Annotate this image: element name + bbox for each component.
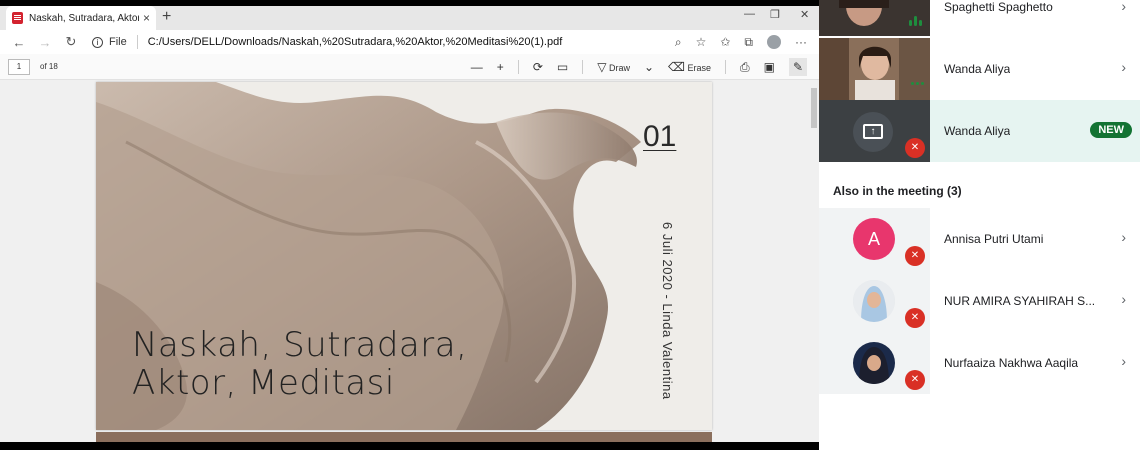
url-field[interactable]: i File C:/Users/DELL/Downloads/Naskah,%2… bbox=[92, 35, 675, 49]
mic-off-icon: ✕ bbox=[905, 370, 925, 390]
reload-button[interactable]: ↻ bbox=[58, 34, 84, 50]
zoom-icon[interactable]: ⌕ bbox=[675, 35, 682, 50]
avatar-photo bbox=[853, 280, 895, 322]
chevron-right-icon[interactable]: › bbox=[1121, 59, 1126, 75]
page-number-input[interactable]: 1 bbox=[8, 58, 30, 75]
divider bbox=[136, 35, 138, 49]
date-author-label: 6 Juli 2020 - Linda Valentina bbox=[660, 222, 675, 400]
favorites-icon[interactable]: ✩ bbox=[720, 35, 730, 49]
collections-icon[interactable]: ⧉ bbox=[744, 35, 753, 50]
favorite-star-icon[interactable]: ☆ bbox=[696, 35, 707, 49]
page-total-label: of 18 bbox=[40, 62, 58, 71]
participant-avatar-tile: ✕ bbox=[819, 332, 930, 394]
participant-name: Spaghetti Spaghetto bbox=[944, 0, 1053, 14]
scroll-thumb[interactable] bbox=[811, 88, 817, 128]
draw-button[interactable]: ▽ Draw bbox=[597, 60, 630, 74]
more-menu-icon[interactable]: ··· bbox=[795, 35, 807, 49]
participant-name: Wanda Aliya bbox=[944, 124, 1011, 138]
participant-row[interactable]: ✕ Nurfaaiza Nakhwa Aaqila › bbox=[819, 332, 1140, 394]
participant-video bbox=[819, 38, 930, 100]
save-icon[interactable]: ▣ bbox=[764, 60, 775, 74]
avatar-photo bbox=[853, 342, 895, 384]
page-number-label: 01 bbox=[643, 120, 677, 153]
avatar bbox=[853, 280, 895, 322]
tab-close-icon[interactable]: × bbox=[143, 11, 150, 25]
draw-label: Draw bbox=[608, 63, 630, 73]
pin-icon[interactable]: ✎ bbox=[789, 58, 807, 76]
participant-name: Wanda Aliya bbox=[944, 62, 1011, 76]
chevron-right-icon[interactable]: › bbox=[1121, 353, 1126, 369]
print-icon[interactable]: ⎙ bbox=[740, 60, 750, 75]
title-line-2: Aktor, Meditasi bbox=[132, 363, 395, 403]
tab-title: Naskah, Sutradara, Aktor, Meditasi bbox=[29, 12, 139, 24]
tab-strip: Naskah, Sutradara, Aktor, Meditasi × + —… bbox=[0, 0, 819, 30]
presentation-tile: ↑ ✕ bbox=[819, 100, 930, 162]
profile-avatar[interactable] bbox=[767, 35, 781, 49]
participant-avatar-tile: ✕ bbox=[819, 270, 930, 332]
bottom-strip bbox=[0, 442, 819, 450]
mic-off-icon: ✕ bbox=[905, 138, 925, 158]
info-icon[interactable]: i bbox=[92, 36, 103, 48]
divider bbox=[725, 60, 727, 74]
minimize-button[interactable]: — bbox=[744, 8, 755, 20]
participant-row-presenting[interactable]: ↑ ✕ Wanda Aliya NEW bbox=[819, 100, 1140, 162]
participant-video bbox=[819, 0, 930, 36]
title-line-1: Naskah, Sutradara, bbox=[132, 325, 468, 365]
participant-name: Annisa Putri Utami bbox=[944, 232, 1044, 246]
pdf-tools: — + ⟳ ▭ ▽ Draw ⌄ ⌫ Erase ⎙ ▣ ✎ bbox=[471, 54, 807, 80]
zoom-in-button[interactable]: + bbox=[497, 60, 504, 74]
browser-actions: ⌕ ☆ ✩ ⧉ ··· bbox=[675, 35, 807, 50]
divider bbox=[582, 60, 584, 74]
participant-row[interactable]: Spaghetti Spaghetto › bbox=[819, 0, 1140, 36]
new-tab-button[interactable]: + bbox=[162, 8, 171, 26]
fit-page-icon[interactable]: ▭ bbox=[557, 60, 568, 74]
mic-off-icon: ✕ bbox=[905, 246, 925, 266]
zoom-out-button[interactable]: — bbox=[471, 60, 483, 74]
url-text[interactable]: C:/Users/DELL/Downloads/Naskah,%20Sutrad… bbox=[148, 36, 563, 48]
pdf-viewer[interactable]: 01 6 Juli 2020 - Linda Valentina Naskah,… bbox=[0, 80, 819, 444]
present-screen-icon: ↑ bbox=[863, 124, 883, 139]
chevron-down-icon[interactable]: ⌄ bbox=[644, 60, 654, 74]
participants-panel: Spaghetti Spaghetto › Wanda Aliya › ↑ ✕ … bbox=[819, 0, 1140, 450]
erase-button[interactable]: ⌫ Erase bbox=[668, 60, 711, 74]
participant-name: NUR AMIRA SYAHIRAH S... bbox=[944, 294, 1096, 308]
speaking-indicator bbox=[909, 16, 922, 26]
browser-window: Naskah, Sutradara, Aktor, Meditasi × + —… bbox=[0, 0, 819, 450]
pdf-page: 01 6 Juli 2020 - Linda Valentina Naskah,… bbox=[96, 82, 712, 430]
participant-avatar-tile: A ✕ bbox=[819, 208, 930, 270]
screen: Naskah, Sutradara, Aktor, Meditasi × + —… bbox=[0, 0, 1140, 450]
speaking-indicator bbox=[911, 82, 924, 85]
draw-icon: ▽ bbox=[597, 60, 607, 74]
close-window-button[interactable]: ✕ bbox=[800, 8, 809, 21]
also-in-meeting-title: Also in the meeting (3) bbox=[833, 184, 962, 198]
participant-row[interactable]: ✕ NUR AMIRA SYAHIRAH S... › bbox=[819, 270, 1140, 332]
avatar bbox=[853, 342, 895, 384]
chevron-right-icon[interactable]: › bbox=[1121, 0, 1126, 14]
chevron-right-icon[interactable]: › bbox=[1121, 291, 1126, 307]
participant-name: Nurfaaiza Nakhwa Aaqila bbox=[944, 356, 1079, 370]
maximize-button[interactable]: ❐ bbox=[770, 8, 780, 21]
video-thumbnail bbox=[819, 38, 930, 100]
back-button[interactable]: ← bbox=[6, 35, 32, 50]
divider bbox=[517, 60, 519, 74]
present-circle: ↑ bbox=[853, 112, 893, 152]
scheme-label: File bbox=[109, 36, 127, 48]
erase-label: Erase bbox=[687, 63, 712, 73]
rotate-icon[interactable]: ⟳ bbox=[533, 60, 543, 74]
document-title: Naskah, Sutradara, Aktor, Meditasi bbox=[132, 326, 467, 402]
mic-off-icon: ✕ bbox=[905, 308, 925, 328]
tab-pdf[interactable]: Naskah, Sutradara, Aktor, Meditasi × bbox=[6, 6, 156, 30]
participant-row[interactable]: A ✕ Annisa Putri Utami › bbox=[819, 208, 1140, 270]
pdf-toolbar: 1 of 18 — + ⟳ ▭ ▽ Draw ⌄ ⌫ Erase ⎙ ▣ ✎ bbox=[0, 54, 819, 80]
pdf-icon bbox=[12, 12, 23, 24]
eraser-icon: ⌫ bbox=[668, 60, 686, 74]
chevron-right-icon[interactable]: › bbox=[1121, 229, 1126, 245]
address-bar: ← → ↻ i File C:/Users/DELL/Downloads/Nas… bbox=[0, 30, 819, 54]
avatar: A bbox=[853, 218, 895, 260]
new-badge: NEW bbox=[1090, 122, 1132, 138]
vertical-scrollbar[interactable] bbox=[809, 80, 819, 442]
participant-row[interactable]: Wanda Aliya › bbox=[819, 38, 1140, 100]
forward-button[interactable]: → bbox=[32, 35, 58, 50]
